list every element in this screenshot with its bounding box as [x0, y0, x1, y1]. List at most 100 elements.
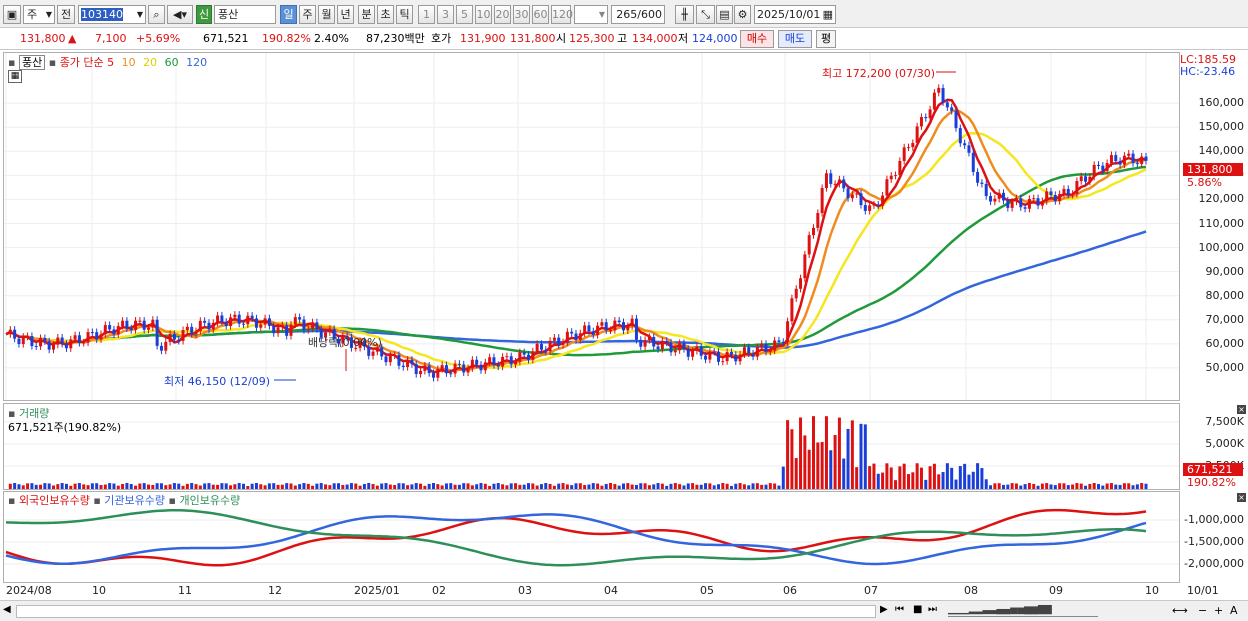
interval-60-button[interactable]: 60	[532, 5, 549, 24]
date-field[interactable]: 2025/10/01 ▦	[754, 5, 836, 24]
candle-body	[155, 319, 159, 346]
candle-body	[656, 346, 660, 350]
scroll-left-icon[interactable]: ◀	[3, 604, 11, 615]
volume-bar	[108, 483, 112, 489]
period-minute-button[interactable]: 분	[358, 5, 375, 24]
plus-icon[interactable]: +	[1214, 604, 1223, 617]
candle-body	[833, 183, 837, 185]
candle-body	[989, 196, 993, 202]
save-icon[interactable]: ▤	[716, 5, 733, 24]
candle-body	[1131, 153, 1135, 164]
stock-name-field[interactable]: 풍산	[214, 5, 276, 24]
layout-icon[interactable]: ▣	[3, 5, 21, 24]
close-icon[interactable]: ×	[1237, 405, 1246, 414]
candle-body	[1127, 153, 1131, 156]
draw-line-icon[interactable]: ⤡	[696, 5, 715, 24]
candle-body	[626, 326, 630, 331]
count-field[interactable]: 265/600	[611, 5, 665, 24]
period-month-button[interactable]: 월	[318, 5, 335, 24]
volume-bar	[1010, 483, 1014, 489]
volume-bar	[64, 483, 68, 489]
volume-bar	[371, 484, 375, 489]
volume-bar	[531, 483, 535, 489]
candle-body	[172, 334, 176, 340]
candle-body	[285, 325, 289, 336]
foreign-holding-line	[5, 508, 1147, 567]
stop-icon[interactable]: ■	[913, 604, 922, 615]
volume-bar	[842, 458, 846, 489]
period-second-button[interactable]: 초	[377, 5, 394, 24]
interval-custom-select[interactable]: ▼	[574, 5, 608, 24]
candle-body	[168, 334, 172, 342]
volume-bar	[388, 484, 392, 489]
zoom-out-icon[interactable]: ⟷	[1172, 604, 1188, 617]
zoom-slider[interactable]: ▁▁▁▂▂▃▃▄▄▅▅▆▆▇▇	[948, 605, 1098, 617]
candle-body	[77, 335, 81, 343]
gear-icon[interactable]: ⚙	[734, 5, 751, 24]
candle-body	[1075, 181, 1079, 194]
rewind-icon[interactable]: ⏮	[895, 604, 904, 615]
buy-button[interactable]: 매수	[740, 30, 774, 48]
stock-tag[interactable]: 풍산	[18, 55, 46, 70]
volume-bar	[937, 474, 941, 489]
forward-icon[interactable]: ⏭	[928, 604, 937, 615]
holder-chart-panel[interactable]: ▪ 외국인보유수량 ▪ 기관보유수량 ▪ 개인보유수량	[3, 491, 1180, 583]
interval-10-button[interactable]: 10	[475, 5, 492, 24]
interval-20-button[interactable]: 20	[494, 5, 511, 24]
interval-3-button[interactable]: 3	[437, 5, 454, 24]
grid-toggle-icon[interactable]: ▦	[8, 70, 22, 83]
candle-body	[242, 323, 245, 325]
scope-button[interactable]: 전	[57, 5, 75, 24]
horizontal-scrollbar[interactable]	[16, 605, 876, 618]
minus-icon[interactable]: −	[1198, 604, 1207, 617]
candle-body	[1032, 198, 1036, 200]
volume-bar	[181, 485, 185, 489]
volume-bar	[600, 485, 604, 489]
interval-1-button[interactable]: 1	[418, 5, 435, 24]
candle-body	[315, 322, 319, 330]
volume-bar	[99, 485, 103, 489]
search-icon[interactable]: ⌕	[148, 5, 165, 24]
volume-bar	[781, 466, 785, 489]
volume-bar	[168, 484, 172, 489]
interval-30-button[interactable]: 30	[513, 5, 530, 24]
quote-bar: 131,800 ▲ 7,100 +5.69% 671,521 190.82% 2…	[0, 28, 1248, 50]
period-week-button[interactable]: 주	[299, 5, 316, 24]
period-year-button[interactable]: 년	[337, 5, 354, 24]
volume-bar	[345, 484, 349, 489]
candle-body	[103, 325, 107, 335]
interval-5-button[interactable]: 5	[456, 5, 473, 24]
volume-bar	[630, 484, 634, 489]
stock-code-input[interactable]: 103140 ▼	[78, 5, 146, 24]
candle-body	[781, 341, 785, 343]
candle-type-icon[interactable]: ╫	[675, 5, 694, 24]
volume-bar	[626, 483, 630, 489]
interval-120-button[interactable]: 120	[551, 5, 573, 24]
speaker-icon[interactable]: ◀▾	[167, 5, 193, 24]
trade-amount: 87,230백만	[366, 32, 425, 45]
candle-body	[406, 359, 410, 368]
eval-button[interactable]: 평	[816, 30, 836, 48]
individual-legend: 개인보유수량	[179, 494, 241, 507]
volume-bar	[393, 484, 397, 489]
volume-chart-panel[interactable]: ▪ 거래량 671,521주(190.82%)	[3, 403, 1180, 490]
volume-bar	[185, 483, 189, 489]
close-icon[interactable]: ×	[1237, 493, 1246, 502]
candle-body	[622, 322, 625, 331]
type-select[interactable]: 주 ▼	[23, 5, 55, 24]
volume-bar	[216, 484, 220, 489]
price-y-tick: 140,000	[1198, 144, 1245, 158]
volume-bar	[574, 483, 578, 489]
dividend-annotation: 배당락(0.00%)	[308, 336, 382, 349]
font-size-icon[interactable]: A	[1230, 604, 1238, 617]
volume-bar	[315, 483, 319, 489]
candle-body	[583, 325, 587, 334]
sell-button[interactable]: 매도	[778, 30, 812, 48]
volume-bar	[52, 485, 55, 489]
price-chart-panel[interactable]: ▪ 풍산 ▪ 종가 단순 5 10 20 60 120 ▦ 최고 172,200…	[3, 52, 1180, 401]
period-tick-button[interactable]: 틱	[396, 5, 413, 24]
candle-body	[518, 352, 522, 362]
candle-body	[56, 337, 60, 345]
period-day-button[interactable]: 일	[280, 5, 297, 24]
scroll-right-icon[interactable]: ▶	[880, 604, 888, 615]
